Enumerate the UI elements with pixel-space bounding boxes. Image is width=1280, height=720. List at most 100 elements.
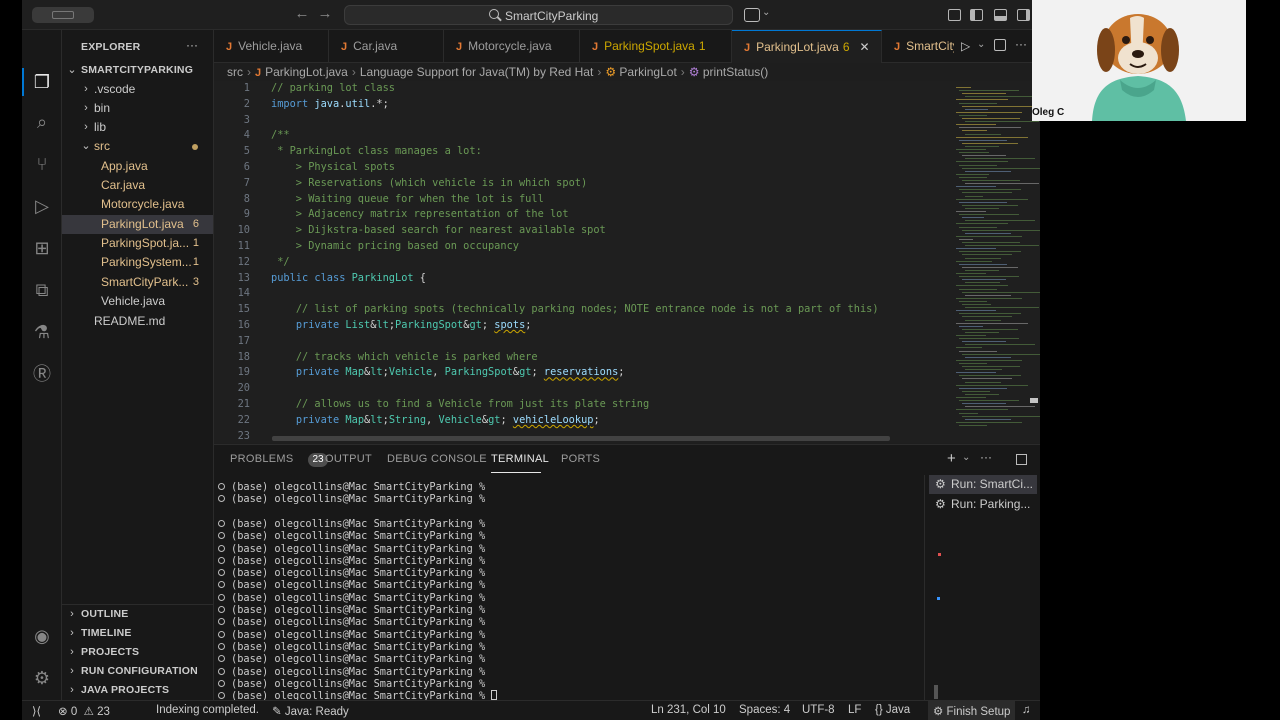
tab-ports[interactable]: PORTS: [561, 453, 600, 465]
section-outline[interactable]: › OUTLINE: [62, 605, 213, 624]
close-icon[interactable]: ✕: [860, 40, 870, 54]
tab-problems[interactable]: PROBLEMS: [230, 453, 294, 465]
tree-folder-lib[interactable]: › lib: [62, 118, 213, 137]
terminal-output[interactable]: (base) olegcollins@Mac SmartCityParking …: [214, 481, 924, 702]
forward-arrow-icon[interactable]: →: [317, 6, 333, 22]
tab-debug-console[interactable]: DEBUG CONSOLE: [387, 453, 487, 465]
section-java-projects[interactable]: › JAVA PROJECTS: [62, 681, 213, 700]
command-decoration-icon[interactable]: [218, 679, 225, 687]
command-decoration-icon[interactable]: [218, 519, 225, 527]
more-actions-icon[interactable]: ···: [1015, 37, 1027, 51]
tree-file-readme[interactable]: README.md: [62, 312, 213, 331]
source-control-icon[interactable]: ⑂: [32, 154, 52, 174]
command-decoration-icon[interactable]: [218, 642, 225, 650]
search-icon[interactable]: ⌕: [32, 112, 52, 132]
command-decoration-icon[interactable]: [218, 544, 225, 552]
tree-file-vehicle[interactable]: Vehicle.java: [62, 292, 213, 311]
encoding[interactable]: UTF-8: [802, 704, 835, 716]
section-timeline[interactable]: › TIMELINE: [62, 624, 213, 643]
chevron-down-icon[interactable]: ⌄: [962, 452, 970, 463]
terminal-item[interactable]: ⚙ Run: Parking...: [929, 495, 1037, 514]
tree-file-car[interactable]: Car.java: [62, 176, 213, 195]
tree-folder-bin[interactable]: › bin: [62, 99, 213, 118]
command-decoration-icon[interactable]: [218, 606, 225, 613]
command-decoration-icon[interactable]: [218, 692, 225, 700]
finish-setup-button[interactable]: ⚙ Finish Setup: [928, 701, 1016, 720]
tab-motorcycle[interactable]: J Motorcycle.java: [444, 30, 580, 63]
breadcrumb-src[interactable]: src: [227, 65, 243, 79]
tree-file-motorcycle[interactable]: Motorcycle.java: [62, 195, 213, 214]
indentation[interactable]: Spaces: 4: [739, 704, 790, 716]
section-projects[interactable]: › PROJECTS: [62, 643, 213, 662]
command-decoration-icon[interactable]: [218, 532, 225, 540]
tab-parkinglot[interactable]: J ParkingLot.java 6 ✕: [732, 30, 882, 63]
command-decoration-icon[interactable]: [218, 495, 225, 503]
run-icon[interactable]: ▷: [961, 39, 970, 53]
tree-folder-src[interactable]: ⌄ src: [62, 137, 213, 156]
section-run-configuration[interactable]: › RUN CONFIGURATION: [62, 662, 213, 681]
language-mode[interactable]: {} Java: [875, 704, 910, 716]
maximize-panel-icon[interactable]: [1016, 454, 1027, 465]
problems-status[interactable]: ⊗ 0 ⚠ 23: [58, 704, 110, 718]
settings-gear-icon[interactable]: ⚙: [32, 668, 52, 688]
r-extension-icon[interactable]: Ⓡ: [32, 364, 52, 384]
command-decoration-icon[interactable]: [218, 655, 225, 663]
tree-file-app[interactable]: App.java: [62, 157, 213, 176]
chat-icon[interactable]: [744, 8, 760, 22]
remote-icon[interactable]: ⟩⟨: [32, 704, 41, 718]
horizontal-scrollbar[interactable]: [272, 436, 890, 441]
terminal-scrollbar[interactable]: [934, 685, 938, 699]
toggle-sidebar-icon[interactable]: [970, 9, 983, 21]
tab-output[interactable]: OUTPUT: [325, 453, 372, 465]
command-decoration-icon[interactable]: [218, 630, 225, 638]
minimap[interactable]: [934, 81, 1040, 443]
run-debug-icon[interactable]: ▷: [32, 196, 52, 216]
cursor-position[interactable]: Ln 231, Col 10: [651, 704, 726, 716]
java-status[interactable]: ✎ Java: Ready: [272, 704, 349, 718]
command-decoration-icon[interactable]: [218, 483, 225, 490]
remote-explorer-icon[interactable]: ⧉: [32, 280, 52, 300]
new-terminal-icon[interactable]: +: [947, 450, 956, 467]
close-panel-icon[interactable]: ✕: [1039, 451, 1040, 465]
split-editor-icon[interactable]: [994, 39, 1006, 51]
tree-file-smartcityparking[interactable]: SmartCityPark... 3: [62, 273, 213, 292]
terminal-item[interactable]: ⚙ Run: SmartCi...: [929, 475, 1037, 494]
command-decoration-icon[interactable]: [218, 593, 225, 601]
tab-parkingspot[interactable]: J ParkingSpot.java 1: [580, 30, 732, 63]
customize-layout-icon[interactable]: [948, 9, 961, 21]
command-decoration-icon[interactable]: [218, 667, 225, 675]
command-decoration-icon[interactable]: [218, 556, 225, 564]
tree-folder-vscode[interactable]: › .vscode: [62, 80, 213, 99]
tree-file-parkingsystem[interactable]: ParkingSystem... 1: [62, 253, 213, 272]
indexing-status[interactable]: Indexing completed.: [156, 704, 259, 716]
testing-icon[interactable]: ⚗: [32, 322, 52, 342]
extensions-icon[interactable]: ⊞: [32, 238, 52, 258]
breadcrumb-file[interactable]: ParkingLot.java: [265, 65, 348, 79]
more-actions-icon[interactable]: ···: [980, 450, 992, 464]
command-center-search[interactable]: SmartCityParking: [344, 5, 733, 25]
tab-car[interactable]: J Car.java: [329, 30, 444, 63]
tab-terminal[interactable]: TERMINAL: [491, 453, 549, 465]
toggle-panel-icon[interactable]: [994, 9, 1007, 21]
workspace-root[interactable]: ⌄ SMARTCITYPARKING: [62, 61, 213, 80]
account-icon[interactable]: ◉: [32, 626, 52, 646]
back-arrow-icon[interactable]: ←: [294, 6, 310, 22]
more-actions-icon[interactable]: ···: [186, 38, 198, 52]
tree-file-parkinglot[interactable]: ParkingLot.java 6: [62, 215, 213, 234]
end-of-line[interactable]: LF: [848, 704, 861, 716]
toggle-secondary-sidebar-icon[interactable]: [1017, 9, 1030, 21]
command-decoration-icon[interactable]: [218, 569, 225, 577]
tab-vehicle[interactable]: J Vehicle.java: [214, 30, 329, 63]
code-editor[interactable]: 1 // parking lot class 2 import java.util.*…: [214, 81, 934, 443]
explorer-icon[interactable]: ❐: [32, 72, 52, 92]
chevron-down-icon[interactable]: ⌄: [762, 7, 770, 18]
notifications-icon[interactable]: ♫: [1022, 704, 1031, 716]
chevron-down-icon[interactable]: ⌄: [977, 39, 985, 50]
tree-file-parkingspot[interactable]: ParkingSpot.ja... 1: [62, 234, 213, 253]
breadcrumb-method[interactable]: printStatus(): [703, 65, 768, 79]
tab-smartcityparking[interactable]: JSmartCityP: [882, 30, 954, 63]
breadcrumb-class[interactable]: ParkingLot: [619, 65, 676, 79]
window-control-icon[interactable]: [32, 7, 94, 23]
breadcrumb-extension[interactable]: Language Support for Java(TM) by Red Hat: [360, 65, 593, 79]
command-decoration-icon[interactable]: [218, 581, 225, 589]
